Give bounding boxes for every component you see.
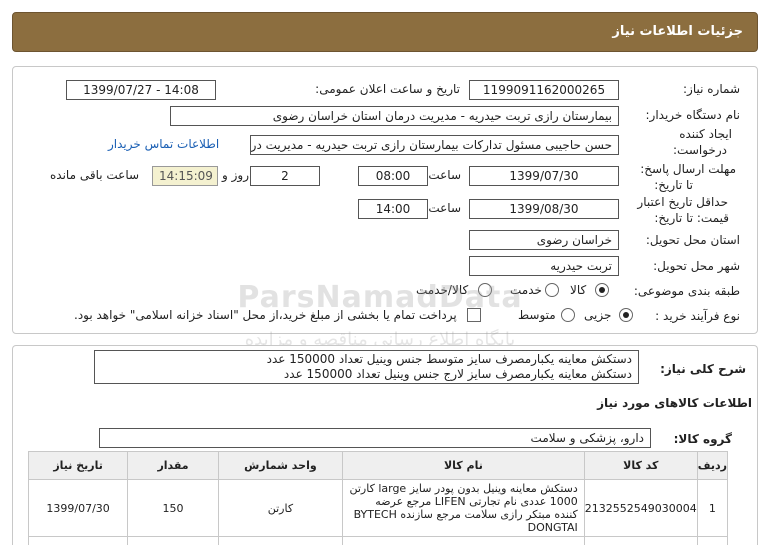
deadline-label-line1: مهلت ارسال پاسخ: — [640, 162, 736, 176]
cell-code: 2132552549030004 — [583, 479, 698, 537]
deadline-time-field: 08:00 — [358, 166, 428, 186]
buyer-field: بیمارستان رازی تربت حیدریه - مدیریت درما… — [170, 106, 619, 126]
col-header-date: تاریخ نیاز — [27, 451, 129, 480]
cell-date: 1399/07/30 — [27, 479, 129, 537]
category-option-goods: کالا — [570, 283, 587, 297]
buyer-label: نام دستگاه خریدار: — [645, 108, 741, 122]
category-radio-goods[interactable] — [595, 283, 609, 297]
announce-date-label: تاریخ و ساعت اعلان عمومی: — [315, 82, 460, 96]
description-line: دستکش معاینه یکبارمصرف سایز لارج جنس وین… — [283, 367, 632, 381]
province-field: خراسان رضوی — [469, 230, 619, 250]
category-option-service: خدمت — [510, 283, 542, 297]
goods-group-label: گروه کالا: — [673, 432, 732, 446]
deadline-date-field: 1399/07/30 — [469, 166, 619, 186]
table-row[interactable]: 1 2132552549030004 دستکش معاینه وینیل بد… — [27, 479, 729, 537]
process-option-minor: جزیی — [584, 308, 612, 322]
category-radio-goods-service[interactable] — [478, 283, 492, 297]
col-header-name: نام کالا — [341, 451, 585, 480]
category-radio-service[interactable] — [545, 283, 559, 297]
need-number-field: 1199091162000265 — [469, 80, 619, 100]
city-label: شهر محل تحویل: — [653, 259, 740, 273]
col-header-row-number: ردیف — [696, 451, 729, 480]
cell-row-number: 1 — [696, 479, 729, 537]
remaining-time-label: ساعت باقی مانده — [50, 168, 140, 182]
col-header-unit: واحد شمارش — [217, 451, 343, 480]
validity-label-line1: حداقل تاریخ اعتبار — [637, 195, 728, 209]
creator-label-line1: ایجاد کننده — [679, 127, 732, 141]
page-title: جزئیات اطلاعات نیاز — [612, 24, 743, 39]
process-label: نوع فرآیند خرید : — [655, 309, 740, 323]
cell-name: دستکش معاینه وینیل بدون پودر سایز large … — [341, 479, 585, 537]
goods-group-field: دارو، پزشکی و سلامت — [99, 428, 651, 448]
validity-time-label: ساعت — [428, 201, 461, 215]
days-remaining-field: 2 — [250, 166, 320, 186]
validity-label-line2: قیمت: تا تاریخ: — [654, 211, 729, 225]
table-row-partial — [27, 536, 729, 545]
buyer-contact-link[interactable]: اطلاعات تماس خریدار — [108, 137, 219, 151]
treasury-payment-note: پرداخت تمام یا بخشی از مبلغ خرید،از محل … — [74, 308, 457, 322]
need-number-label: شماره نیاز: — [683, 82, 740, 96]
col-header-code: کد کالا — [583, 451, 698, 480]
description-line: دستکش معاینه یکبارمصرف سایز متوسط جنس وی… — [266, 352, 632, 366]
validity-date-field: 1399/08/30 — [469, 199, 619, 219]
process-option-medium: متوسط — [518, 308, 556, 322]
creator-label-line2: درخواست: — [673, 143, 727, 157]
cell-unit: کارتن — [217, 479, 343, 537]
creator-field: حسن حاجیبی مسئول تدارکات بیمارستان رازی … — [250, 135, 619, 155]
category-option-goods-service: کالا/خدمت — [416, 283, 469, 297]
province-label: استان محل تحویل: — [645, 233, 740, 247]
items-section-title: اطلاعات کالاهای مورد نیاز — [597, 396, 752, 410]
page-header: جزئیات اطلاعات نیاز — [12, 12, 758, 52]
category-label: طبقه بندی موضوعی: — [633, 284, 740, 298]
city-field: تربت حیدریه — [469, 256, 619, 276]
remaining-time-field: 14:15:09 — [152, 166, 218, 186]
treasury-payment-checkbox[interactable] — [467, 308, 481, 322]
process-radio-medium[interactable] — [561, 308, 575, 322]
validity-time-field: 14:00 — [358, 199, 428, 219]
process-radio-minor[interactable] — [619, 308, 633, 322]
days-label: روز و — [222, 168, 249, 182]
deadline-time-label: ساعت — [428, 168, 461, 182]
announce-date-field: 1399/07/27 - 14:08 — [66, 80, 216, 100]
table-header-row: ردیف کد کالا نام کالا واحد شمارش مقدار ت… — [27, 451, 729, 480]
description-field: دستکش معاینه یکبارمصرف سایز متوسط جنس وی… — [94, 350, 639, 384]
col-header-quantity: مقدار — [127, 451, 219, 480]
deadline-label-line2: تا تاریخ: — [654, 178, 693, 192]
cell-quantity: 150 — [127, 479, 219, 537]
items-table: ردیف کد کالا نام کالا واحد شمارش مقدار ت… — [27, 451, 729, 545]
description-label: شرح کلی نیاز: — [660, 362, 746, 376]
